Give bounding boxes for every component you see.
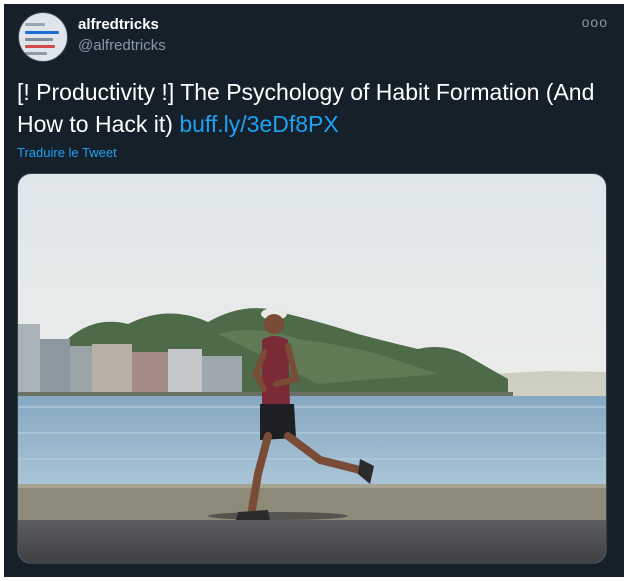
runner-photo	[18, 174, 606, 563]
profile-avatar[interactable]	[18, 12, 68, 62]
tweet-link[interactable]: buff.ly/3eDf8PX	[179, 111, 338, 137]
more-options-icon[interactable]: ooo	[582, 14, 608, 30]
user-handle[interactable]: @alfredtricks	[78, 37, 166, 54]
tweet-image[interactable]	[17, 173, 607, 564]
tweet-text: [! Productivity !] The Psychology of Hab…	[17, 76, 597, 140]
display-name[interactable]: alfredtricks	[78, 16, 159, 33]
tweet-card: alfredtricks @alfredtricks ooo [! Produc…	[4, 4, 624, 577]
translate-tweet-link[interactable]: Traduire le Tweet	[17, 145, 117, 160]
